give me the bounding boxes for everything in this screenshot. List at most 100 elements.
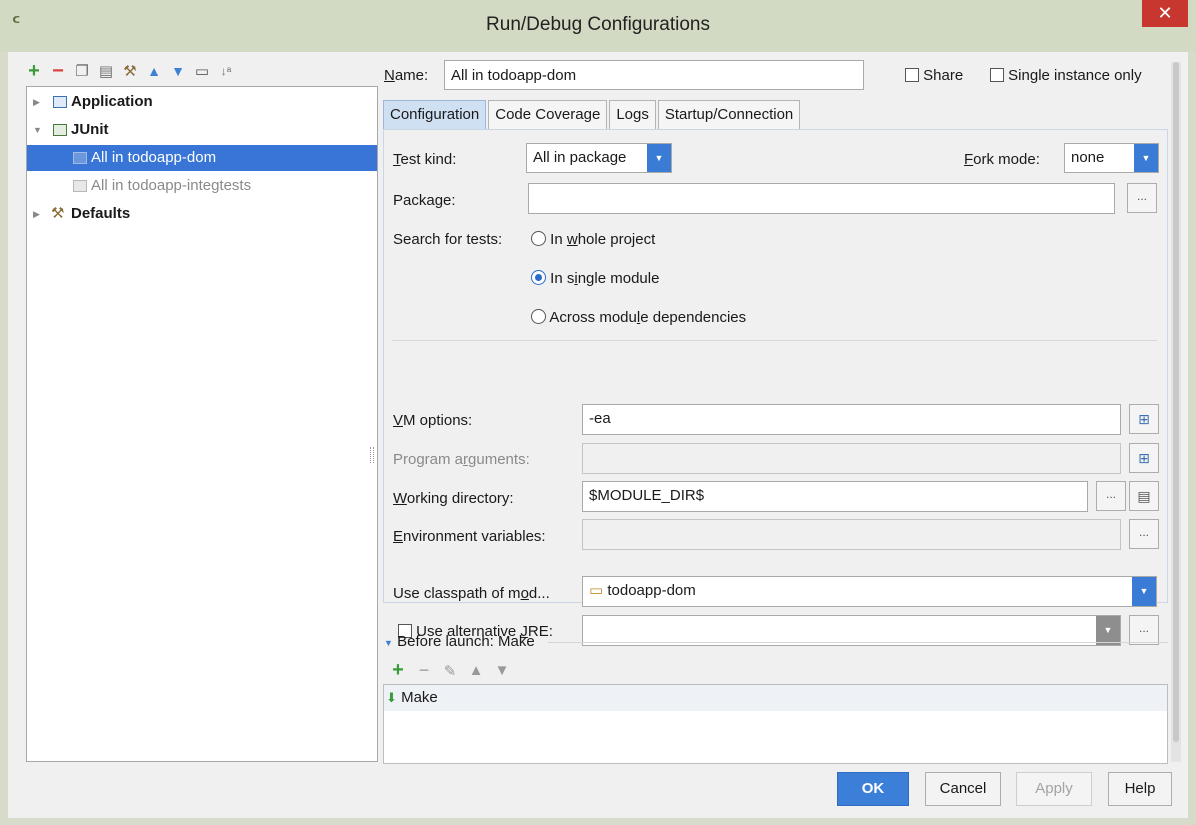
radio-across-module-dependencies[interactable]: Across module dependencies bbox=[531, 309, 746, 326]
name-input[interactable] bbox=[444, 60, 864, 90]
save-icon[interactable]: ▤ bbox=[98, 62, 114, 80]
module-folder-icon: ▭ bbox=[589, 582, 604, 599]
fork-mode-select[interactable]: none ▼ bbox=[1064, 143, 1159, 173]
program-arguments-input[interactable] bbox=[582, 443, 1121, 474]
macro-icon[interactable]: ▤ bbox=[1129, 481, 1159, 511]
chevron-down-icon[interactable]: ▼ bbox=[1096, 616, 1120, 645]
radio-button-selected[interactable] bbox=[531, 270, 546, 285]
config-tabs: Configuration Code Coverage Logs Startup… bbox=[383, 100, 802, 130]
junit-config-icon bbox=[73, 152, 87, 164]
fork-mode-value: none bbox=[1071, 149, 1105, 166]
package-browse-button[interactable]: ... bbox=[1127, 183, 1157, 213]
test-kind-select[interactable]: All in package ▼ bbox=[526, 143, 672, 173]
apply-button[interactable]: Apply bbox=[1016, 772, 1092, 806]
chevron-down-icon[interactable]: ▼ bbox=[1134, 144, 1158, 172]
tab-logs[interactable]: Logs bbox=[609, 100, 656, 130]
close-button[interactable]: ✕ bbox=[1142, 0, 1188, 27]
edit-defaults-icon[interactable]: ⚒ bbox=[122, 62, 138, 80]
move-down-icon[interactable]: ▼ bbox=[170, 63, 186, 79]
single-instance-checkbox-box[interactable] bbox=[990, 68, 1004, 82]
remove-icon[interactable]: − bbox=[416, 660, 432, 681]
vm-options-input[interactable]: -ea bbox=[582, 404, 1121, 435]
alternative-jre-browse-button[interactable]: ... bbox=[1129, 615, 1159, 645]
radio-in-whole-project[interactable]: In whole project bbox=[531, 231, 655, 248]
move-up-icon[interactable]: ▲ bbox=[146, 63, 162, 79]
sort-icon[interactable]: ↓ᵃ bbox=[218, 64, 234, 78]
ok-button[interactable]: OK bbox=[837, 772, 909, 806]
configuration-tree[interactable]: ▶ Application ▼ JUnit All in todoapp-dom… bbox=[26, 86, 378, 762]
title-bar: ᑦ Run/Debug Configurations ✕ bbox=[0, 0, 1196, 52]
cancel-button[interactable]: Cancel bbox=[925, 772, 1001, 806]
name-label: Name: bbox=[384, 67, 429, 84]
tree-item-defaults[interactable]: ▶ ⚒ Defaults bbox=[27, 201, 377, 227]
list-item[interactable]: ⬇ Make bbox=[384, 685, 1167, 711]
tree-item-label: JUnit bbox=[71, 121, 109, 138]
folder-icon[interactable]: ▭ bbox=[194, 62, 210, 80]
tree-toolbar: + − ❐ ▤ ⚒ ▲ ▼ ▭ ↓ᵃ bbox=[26, 60, 234, 82]
scrollbar-thumb[interactable] bbox=[1173, 62, 1179, 742]
working-directory-label: Working directory: bbox=[393, 490, 514, 507]
before-launch-toolbar: + − ✎ ▲ ▼ bbox=[390, 659, 510, 682]
dialog-client: + − ❐ ▤ ⚒ ▲ ▼ ▭ ↓ᵃ ▶ Application ▼ JUnit… bbox=[8, 52, 1188, 818]
collapse-triangle-icon[interactable]: ▼ bbox=[384, 638, 393, 648]
expand-editor-icon[interactable]: ⊞ bbox=[1129, 443, 1159, 473]
single-instance-label: Single instance only bbox=[1008, 67, 1142, 84]
radio-button[interactable] bbox=[531, 231, 546, 246]
working-directory-browse-button[interactable]: ... bbox=[1096, 481, 1126, 511]
splitter-handle[interactable] bbox=[370, 447, 374, 463]
expand-arrow-icon[interactable]: ▶ bbox=[33, 201, 45, 227]
tree-item-all-in-todoapp-integtests[interactable]: All in todoapp-integtests bbox=[27, 173, 377, 199]
move-down-icon[interactable]: ▼ bbox=[494, 662, 510, 679]
vertical-scrollbar[interactable] bbox=[1171, 62, 1181, 762]
share-label: Share bbox=[923, 67, 964, 84]
search-for-tests-label: Search for tests: bbox=[393, 231, 503, 248]
environment-variables-label: Environment variables: bbox=[393, 528, 546, 545]
chevron-down-icon[interactable]: ▼ bbox=[647, 144, 671, 172]
environment-variables-input[interactable] bbox=[582, 519, 1121, 550]
share-checkbox[interactable]: Share bbox=[905, 67, 963, 84]
before-launch-list[interactable]: ⬇ Make bbox=[383, 684, 1168, 764]
make-icon: ⬇ bbox=[386, 690, 397, 705]
working-directory-input[interactable]: $MODULE_DIR$ bbox=[582, 481, 1088, 512]
configuration-panel: Test kind: All in package ▼ Fork mode: n… bbox=[383, 129, 1168, 646]
move-up-icon[interactable]: ▲ bbox=[468, 662, 484, 679]
test-kind-value: All in package bbox=[533, 149, 627, 166]
junit-config-icon bbox=[73, 180, 87, 192]
tree-item-label: All in todoapp-integtests bbox=[91, 177, 252, 194]
before-launch-title: Before launch: Make bbox=[397, 633, 535, 650]
add-icon[interactable]: + bbox=[26, 60, 42, 83]
tab-code-coverage[interactable]: Code Coverage bbox=[488, 100, 608, 130]
tab-startup-connection[interactable]: Startup/Connection bbox=[657, 100, 801, 130]
separator bbox=[548, 642, 1168, 643]
copy-icon[interactable]: ❐ bbox=[74, 62, 90, 80]
single-instance-checkbox[interactable]: Single instance only bbox=[990, 67, 1142, 84]
add-icon[interactable]: + bbox=[390, 659, 406, 682]
expand-editor-icon[interactable]: ⊞ bbox=[1129, 404, 1159, 434]
expand-arrow-icon[interactable]: ▶ bbox=[33, 89, 45, 115]
application-icon bbox=[53, 96, 67, 108]
classpath-label: Use classpath of mod... bbox=[393, 585, 550, 602]
classpath-module-select[interactable]: ▭ todoapp-dom ▼ bbox=[582, 576, 1157, 607]
help-button[interactable]: Help bbox=[1108, 772, 1172, 806]
fork-mode-label: Fork mode: bbox=[964, 151, 1040, 168]
window-title: Run/Debug Configurations bbox=[486, 14, 710, 35]
radio-button[interactable] bbox=[531, 309, 546, 324]
tree-item-application[interactable]: ▶ Application bbox=[27, 89, 377, 115]
tree-item-all-in-todoapp-dom[interactable]: All in todoapp-dom bbox=[27, 145, 377, 171]
tree-item-label: All in todoapp-dom bbox=[91, 149, 217, 166]
program-arguments-label: Program arguments: bbox=[393, 451, 530, 468]
before-launch-header[interactable]: ▼ Before launch: Make bbox=[384, 633, 535, 650]
package-input[interactable] bbox=[528, 183, 1115, 214]
collapse-arrow-icon[interactable]: ▼ bbox=[33, 117, 45, 143]
package-label: Package: bbox=[393, 192, 456, 209]
remove-icon[interactable]: − bbox=[50, 60, 66, 83]
chevron-down-icon[interactable]: ▼ bbox=[1132, 577, 1156, 606]
share-checkbox-box[interactable] bbox=[905, 68, 919, 82]
vm-options-label: VM options: bbox=[393, 412, 473, 429]
radio-in-single-module[interactable]: In single module bbox=[531, 270, 659, 287]
tree-item-junit[interactable]: ▼ JUnit bbox=[27, 117, 377, 143]
environment-variables-browse-button[interactable]: ... bbox=[1129, 519, 1159, 549]
edit-icon[interactable]: ✎ bbox=[442, 662, 458, 680]
classpath-value: todoapp-dom bbox=[607, 582, 696, 599]
tab-configuration[interactable]: Configuration bbox=[383, 100, 487, 130]
